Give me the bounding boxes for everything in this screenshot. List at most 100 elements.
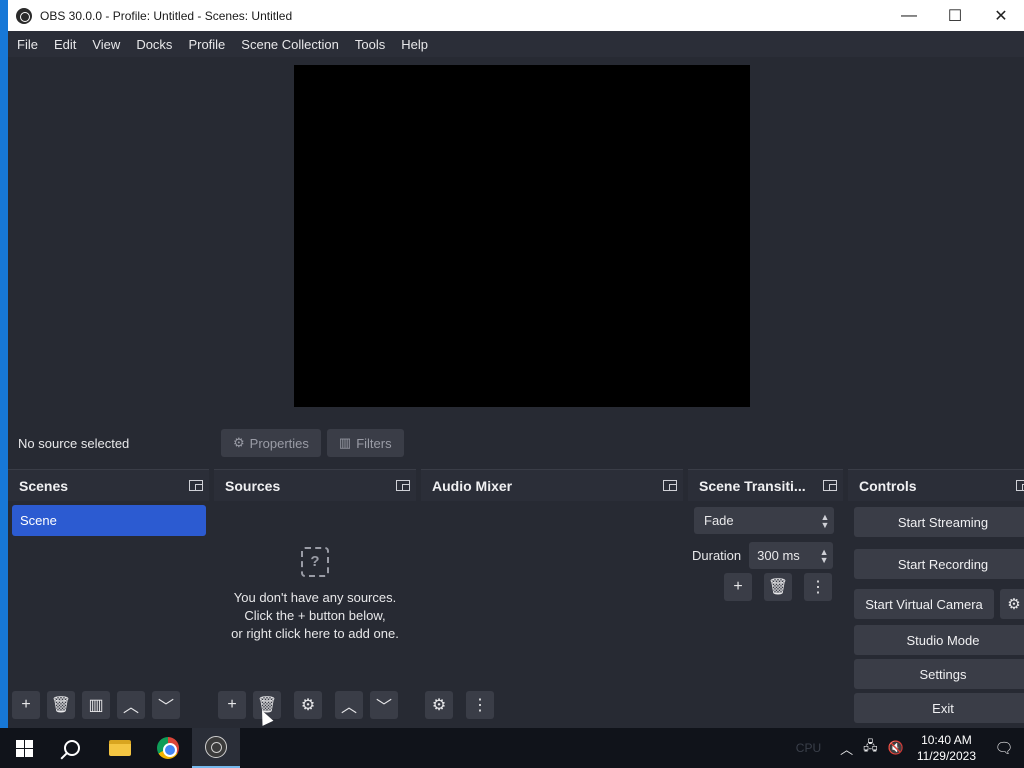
notification-icon[interactable]: 🗨: [984, 728, 1024, 768]
move-source-down-button[interactable]: ﹀: [370, 691, 398, 719]
move-scene-up-button[interactable]: ︿: [117, 691, 145, 719]
menu-docks[interactable]: Docks: [128, 37, 180, 52]
controls-dock: Controls Start Streaming Start Recording…: [848, 469, 1024, 725]
volume-muted-icon[interactable]: 🔇: [888, 740, 904, 756]
undock-icon[interactable]: [396, 480, 410, 491]
scenes-title: Scenes: [19, 477, 69, 494]
search-button[interactable]: [48, 728, 96, 768]
gears-icon: ⚙: [431, 697, 447, 714]
filters-button[interactable]: ▥ Filters: [326, 429, 404, 457]
chevron-up-icon: ︿: [122, 699, 139, 716]
chrome-button[interactable]: [144, 728, 192, 768]
plus-icon: +: [21, 696, 31, 713]
transition-select[interactable]: Fade ▲ ▼: [694, 507, 834, 534]
controls-header: Controls: [848, 470, 1024, 501]
clock-date: 11/29/2023: [916, 749, 976, 763]
virtual-camera-settings-button[interactable]: ⚙: [1000, 589, 1024, 619]
audio-mixer-menu-button[interactable]: ⋮: [466, 691, 494, 719]
menu-bar: File Edit View Docks Profile Scene Colle…: [8, 31, 1024, 57]
scene-filters-button[interactable]: ▥: [82, 691, 110, 719]
clock[interactable]: 10:40 AM 11/29/2023: [917, 732, 976, 764]
remove-transition-button[interactable]: 🗑: [764, 573, 792, 601]
tray-faint-label: CPU: [795, 741, 822, 755]
menu-help[interactable]: Help: [393, 37, 436, 52]
filter-icon: ▥: [88, 697, 104, 714]
spin-arrows-icon[interactable]: ▲ ▼: [815, 547, 833, 564]
settings-button[interactable]: Settings: [854, 659, 1024, 689]
menu-view[interactable]: View: [84, 37, 128, 52]
empty-sources-line1: You don't have any sources.: [233, 590, 397, 605]
desktop-edge: [0, 0, 8, 728]
undock-icon[interactable]: [1016, 480, 1024, 491]
move-scene-down-button[interactable]: ﹀: [152, 691, 180, 719]
audio-mixer-header: Audio Mixer: [421, 470, 683, 501]
plus-icon: +: [733, 578, 743, 595]
obs-icon: [205, 736, 227, 758]
start-button[interactable]: [0, 728, 48, 768]
controls-title: Controls: [859, 477, 917, 494]
transition-menu-button[interactable]: ⋮: [804, 573, 832, 601]
source-toolbar: No source selected ⚙ Properties ▥ Filter…: [8, 423, 1024, 463]
exit-button[interactable]: Exit: [854, 693, 1024, 723]
add-transition-button[interactable]: +: [724, 573, 752, 601]
chevron-up-icon[interactable]: ︿: [840, 739, 853, 758]
audio-mixer-body: ⚙ ⋮: [421, 501, 683, 725]
taskbar: CPU ︿ 🖧 🔇 10:40 AM 11/29/2023 🗨: [0, 728, 1024, 768]
move-source-up-button[interactable]: ︿: [335, 691, 363, 719]
menu-tools[interactable]: Tools: [347, 37, 393, 52]
add-source-button[interactable]: +: [218, 691, 246, 719]
obs-app-icon: [16, 7, 32, 24]
filters-label: Filters: [356, 435, 392, 451]
transition-selected: Fade: [704, 513, 734, 528]
menu-profile[interactable]: Profile: [180, 37, 233, 52]
start-streaming-button[interactable]: Start Streaming: [854, 507, 1024, 537]
obs-taskbar-button[interactable]: [192, 728, 240, 768]
undock-icon[interactable]: [663, 480, 677, 491]
chevron-up-icon: ︿: [340, 699, 357, 716]
menu-file[interactable]: File: [8, 37, 46, 52]
search-icon: [64, 740, 80, 756]
source-properties-button[interactable]: ⚙: [294, 691, 322, 719]
start-recording-button[interactable]: Start Recording: [854, 549, 1024, 579]
controls-body: Start Streaming Start Recording Start Vi…: [848, 501, 1024, 725]
program-preview[interactable]: [294, 65, 750, 407]
empty-sources-message: ? You don't have any sources. Click the …: [214, 547, 416, 643]
sources-header: Sources: [214, 470, 416, 501]
scenes-dock: Scenes Scene + 🗑 ▥ ︿ ﹀: [8, 469, 209, 725]
window-controls: — ☐ ✕: [886, 0, 1024, 31]
undock-icon[interactable]: [823, 480, 837, 491]
menu-edit[interactable]: Edit: [46, 37, 84, 52]
network-icon[interactable]: 🖧: [863, 737, 878, 759]
scene-transitions-dock: Scene Transiti... Fade ▲ ▼ Duration 300 m…: [688, 469, 843, 725]
scenes-list: Scene + 🗑 ▥ ︿ ﹀: [8, 501, 209, 725]
add-scene-button[interactable]: +: [12, 691, 40, 719]
menu-scene-collection[interactable]: Scene Collection: [233, 37, 347, 52]
scenes-footer: + 🗑 ▥ ︿ ﹀: [8, 685, 209, 725]
duration-label: Duration: [692, 548, 742, 563]
undock-icon[interactable]: [189, 480, 203, 491]
main-area: No source selected ⚙ Properties ▥ Filter…: [8, 57, 1024, 728]
start-virtual-camera-button[interactable]: Start Virtual Camera: [854, 589, 994, 619]
studio-mode-button[interactable]: Studio Mode: [854, 625, 1024, 655]
audio-mixer-title: Audio Mixer: [432, 477, 513, 494]
advanced-audio-button[interactable]: ⚙: [425, 691, 453, 719]
sources-list[interactable]: ? You don't have any sources. Click the …: [214, 501, 416, 725]
scene-item[interactable]: Scene: [12, 505, 206, 536]
file-explorer-button[interactable]: [96, 728, 144, 768]
transition-buttons: + 🗑 ⋮: [724, 573, 832, 601]
remove-scene-button[interactable]: 🗑: [47, 691, 75, 719]
maximize-button[interactable]: ☐: [932, 0, 978, 31]
close-button[interactable]: ✕: [978, 0, 1024, 31]
kebab-menu-icon: ⋮: [810, 579, 826, 596]
minimize-button[interactable]: —: [886, 0, 932, 31]
scenes-header: Scenes: [8, 470, 209, 501]
duration-input[interactable]: 300 ms ▲ ▼: [749, 542, 834, 569]
properties-button[interactable]: ⚙ Properties: [221, 429, 321, 457]
windows-logo-icon: [15, 739, 33, 757]
system-tray: CPU ︿ 🖧 🔇 10:40 AM 11/29/2023 🗨: [796, 728, 1024, 768]
duration-value: 300 ms: [757, 548, 800, 563]
chevron-down-icon: ﹀: [375, 699, 392, 716]
empty-sources-line3: or right click here to add one.: [231, 626, 399, 641]
transitions-title: Scene Transiti...: [699, 477, 806, 494]
transitions-body: Fade ▲ ▼ Duration 300 ms ▲ ▼ + 🗑 ⋮: [688, 501, 843, 725]
